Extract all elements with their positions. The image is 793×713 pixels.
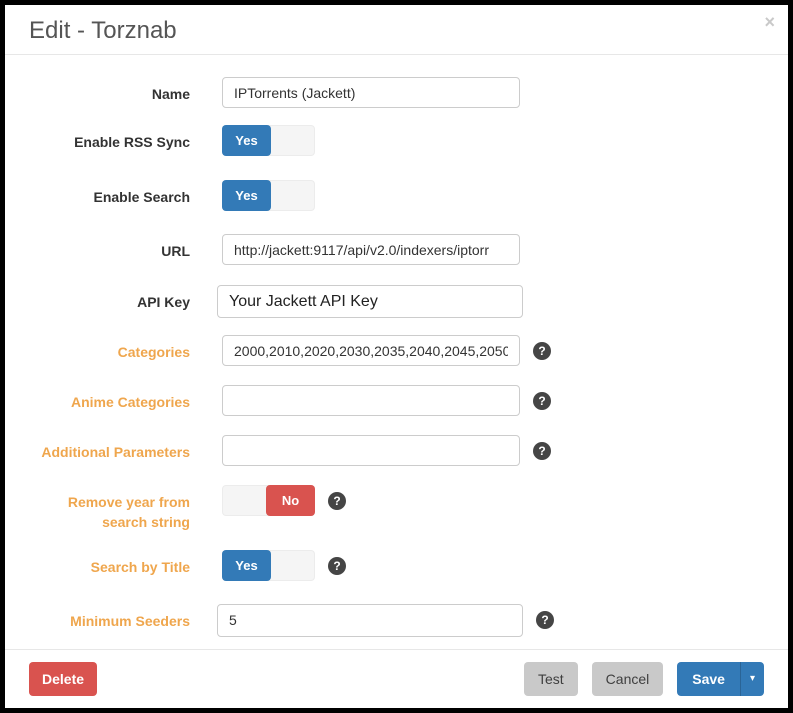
remove-year-label: Remove year from search string <box>29 485 190 533</box>
edit-torznab-modal: Edit - Torznab × Name Enable RSS Sync Ye… <box>0 0 793 713</box>
form-row-categories: Categories ? <box>29 335 764 366</box>
api-key-input[interactable] <box>217 285 523 318</box>
modal-body: Name Enable RSS Sync Yes Enable Search Y… <box>5 55 788 649</box>
toggle-knob: Yes <box>222 550 271 581</box>
row-control <box>222 234 520 265</box>
cancel-button[interactable]: Cancel <box>592 662 664 696</box>
row-control: ? <box>222 435 551 466</box>
enable-search-label: Enable Search <box>29 180 190 207</box>
name-label: Name <box>29 77 190 104</box>
form-row-search-by-title: Search by Title Yes ? <box>29 550 764 581</box>
form-row-remove-year: Remove year from search string No ? <box>29 485 764 533</box>
caret-down-icon[interactable]: ▾ <box>740 662 764 696</box>
additional-parameters-input[interactable] <box>222 435 520 466</box>
enable-search-toggle[interactable]: Yes <box>222 180 315 211</box>
categories-label: Categories <box>29 335 190 362</box>
form-row-enable-rss-sync: Enable RSS Sync Yes <box>29 125 764 156</box>
row-control: ? <box>222 604 554 637</box>
help-icon[interactable]: ? <box>533 392 551 410</box>
search-by-title-toggle[interactable]: Yes <box>222 550 315 581</box>
footer-actions: Test Cancel Save ▾ <box>510 662 764 696</box>
help-icon[interactable]: ? <box>328 557 346 575</box>
additional-parameters-label: Additional Parameters <box>29 435 190 462</box>
modal-footer: Delete Test Cancel Save ▾ <box>5 649 788 708</box>
test-button[interactable]: Test <box>524 662 578 696</box>
search-by-title-label: Search by Title <box>29 550 190 577</box>
save-button[interactable]: Save <box>677 662 740 696</box>
form-row-enable-search: Enable Search Yes <box>29 180 764 211</box>
form-row-api-key: API Key <box>29 285 764 318</box>
help-icon[interactable]: ? <box>328 492 346 510</box>
form-row-additional-parameters: Additional Parameters ? <box>29 435 764 466</box>
form-row-url: URL <box>29 234 764 265</box>
name-input[interactable] <box>222 77 520 108</box>
toggle-knob: Yes <box>222 125 271 156</box>
toggle-knob: No <box>266 485 315 516</box>
help-icon[interactable]: ? <box>536 611 554 629</box>
anime-categories-label: Anime Categories <box>29 385 190 412</box>
anime-categories-input[interactable] <box>222 385 520 416</box>
form-row-anime-categories: Anime Categories ? <box>29 385 764 416</box>
row-control: ? <box>222 385 551 416</box>
row-control <box>222 77 520 108</box>
row-control: Yes <box>222 180 315 211</box>
minimum-seeders-input[interactable] <box>217 604 523 637</box>
toggle-knob: Yes <box>222 180 271 211</box>
row-control <box>222 285 523 318</box>
url-label: URL <box>29 234 190 261</box>
row-control: ? <box>222 335 551 366</box>
row-control: Yes <box>222 125 315 156</box>
delete-button[interactable]: Delete <box>29 662 97 696</box>
form-row-minimum-seeders: Minimum Seeders ? <box>29 604 764 637</box>
minimum-seeders-label: Minimum Seeders <box>29 604 190 631</box>
api-key-label: API Key <box>29 285 190 312</box>
enable-rss-sync-label: Enable RSS Sync <box>29 125 190 152</box>
help-icon[interactable]: ? <box>533 342 551 360</box>
enable-rss-sync-toggle[interactable]: Yes <box>222 125 315 156</box>
close-icon[interactable]: × <box>764 13 775 31</box>
row-control: No ? <box>222 485 346 516</box>
categories-input[interactable] <box>222 335 520 366</box>
save-split-button: Save ▾ <box>677 662 764 696</box>
remove-year-toggle[interactable]: No <box>222 485 315 516</box>
modal-title: Edit - Torznab <box>29 15 764 46</box>
row-control: Yes ? <box>222 550 346 581</box>
modal-header: Edit - Torznab × <box>5 5 788 55</box>
help-icon[interactable]: ? <box>533 442 551 460</box>
url-input[interactable] <box>222 234 520 265</box>
form-row-name: Name <box>29 77 764 108</box>
